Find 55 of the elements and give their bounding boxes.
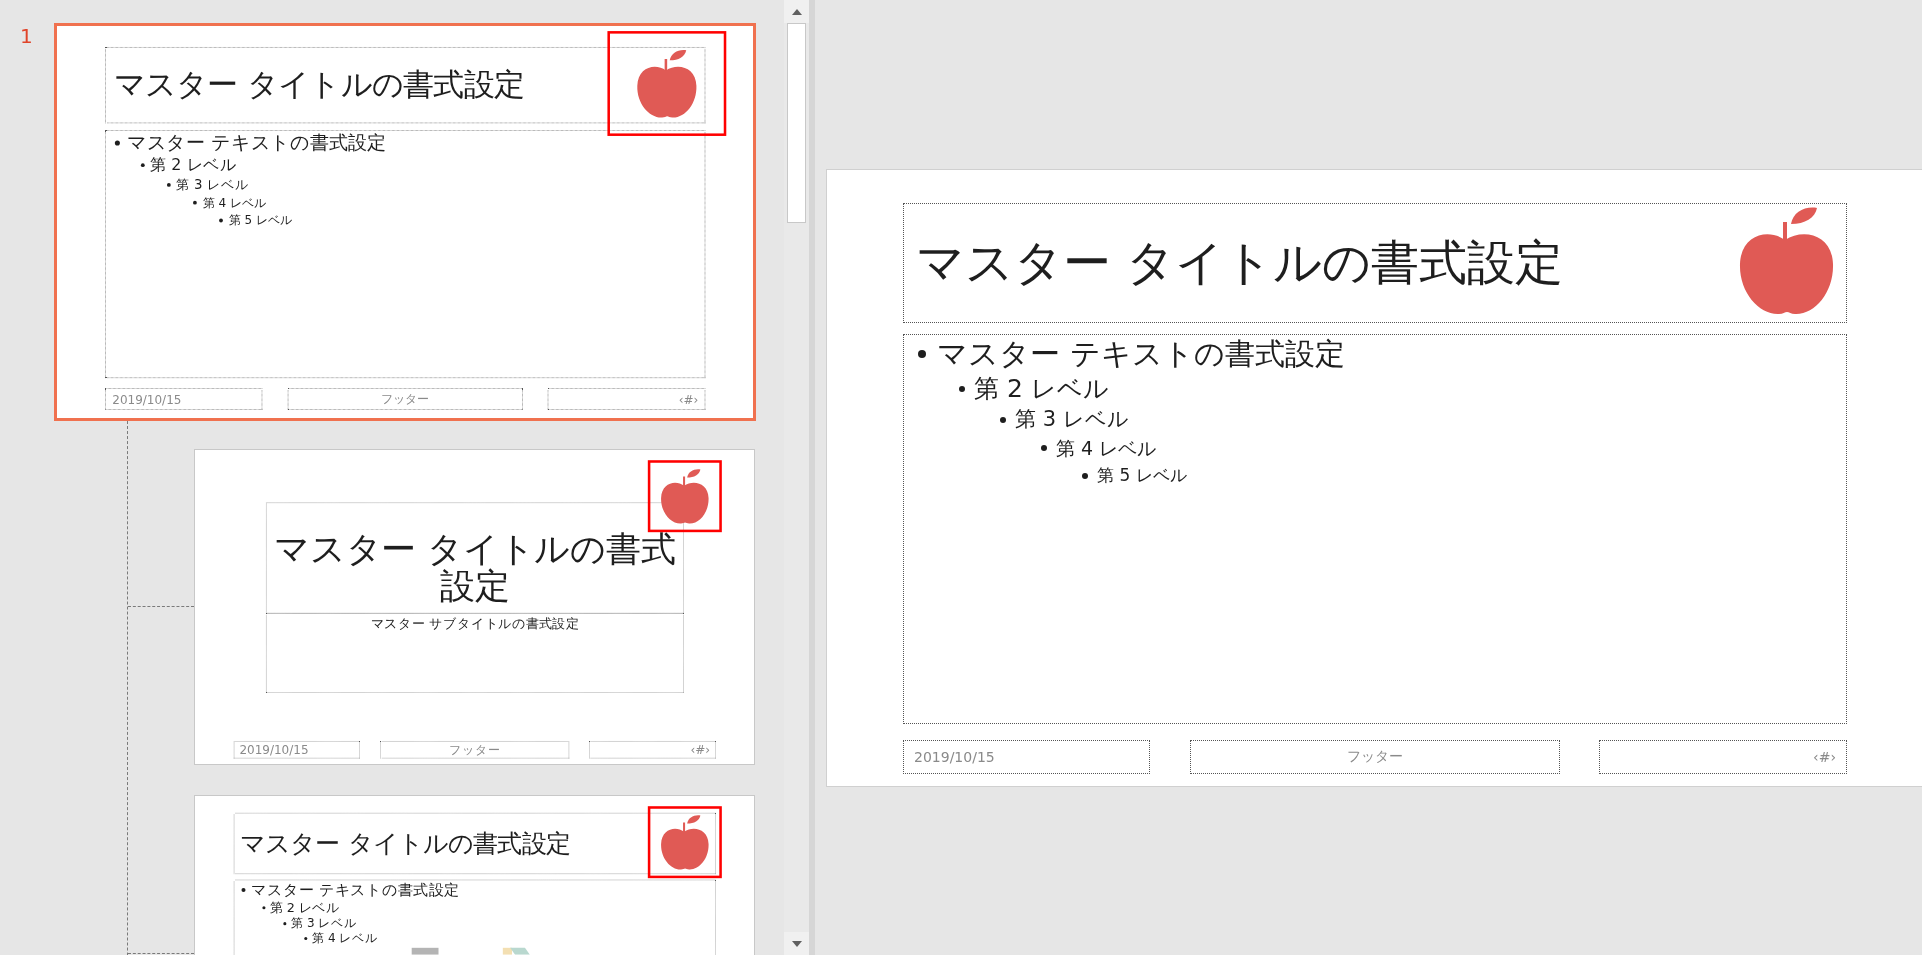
bullet-text: マスター テキストの書式設定 [126, 130, 386, 155]
apple-icon [636, 48, 698, 119]
scroll-up-button[interactable] [784, 0, 809, 23]
slide-title: マスター タイトルの書式設定 [240, 827, 571, 860]
date-text: 2019/10/15 [112, 392, 182, 407]
bullet-icon [140, 162, 145, 167]
subtitle-text: マスター サブタイトルの書式設定 [370, 614, 579, 632]
date-text: 2019/10/15 [914, 749, 995, 765]
bullet-icon [166, 182, 171, 187]
bullet-text: 第 3 レベル [1015, 406, 1129, 433]
footer-text: フッター [381, 390, 430, 408]
bullet-text: 第 4 レベル [311, 930, 378, 946]
bullet-icon [1041, 445, 1047, 451]
page-number-text: ‹#› [678, 392, 699, 407]
scrollbar-thumb[interactable] [787, 23, 806, 223]
bullet-text: 第 3 レベル [176, 175, 249, 194]
bullet-text: 第 2 レベル [974, 373, 1109, 405]
bullet-icon [241, 887, 246, 892]
scroll-down-button[interactable] [784, 932, 809, 955]
page-number-text: ‹#› [690, 742, 711, 757]
page-number-text: ‹#› [1813, 749, 1836, 765]
slide-title: マスター タイトルの書式設定 [273, 530, 677, 605]
slide-thumbnail[interactable]: マスター タイトルの書式設定 マスター テキストの書式設定 第 2 レベル 第 3 レベル 第 4 レベル 第 5 レベル 2019/10/15 フッター ‹#› [54, 23, 756, 421]
slide-thumbnail[interactable]: マスター タイトルの書式設定 マスター テキストの書式設定 第 2 レベル 第 3 レベル 第 4 レベル [194, 794, 755, 955]
bullet-text: マスター テキストの書式設定 [937, 335, 1345, 372]
bullet-text: 第 5 レベル [228, 211, 293, 229]
triangle-up-icon [791, 8, 802, 15]
footer-text: フッター [1347, 748, 1403, 766]
slide-thumbnail[interactable]: マスター タイトルの書式設定 マスター サブタイトルの書式設定 2019/10/15 フッター ‹#› [194, 448, 755, 765]
apple-icon [1739, 206, 1834, 315]
date-text: 2019/10/15 [239, 742, 309, 757]
bullet-text: 第 2 レベル [150, 154, 237, 176]
bullet-icon [304, 936, 308, 940]
bullet-icon [283, 921, 287, 925]
slide-title: マスター タイトルの書式設定 [113, 65, 525, 105]
bullet-icon [1000, 416, 1006, 423]
bullet-icon [959, 385, 965, 392]
bullet-icon [114, 140, 120, 146]
bullet-text: 第 4 レベル [1056, 436, 1157, 461]
bullet-text: マスター テキストの書式設定 [251, 880, 460, 900]
slide-number: 1 [20, 24, 33, 48]
slide-title: マスター タイトルの書式設定 [916, 233, 1564, 292]
bullet-icon [219, 218, 223, 223]
bullet-icon [262, 906, 266, 910]
bullet-text: 第 4 レベル [202, 194, 267, 212]
bullet-icon [1082, 472, 1088, 479]
footer-text: フッター [449, 741, 500, 758]
bullet-text: 第 5 レベル [1097, 464, 1187, 487]
bullet-text: 第 3 レベル [290, 915, 357, 931]
apple-icon [660, 814, 710, 870]
bullet-icon [193, 200, 197, 205]
apple-icon [660, 467, 710, 524]
bullet-text: 第 2 レベル [270, 899, 339, 916]
bullet-icon [918, 349, 926, 358]
triangle-down-icon [791, 940, 802, 947]
